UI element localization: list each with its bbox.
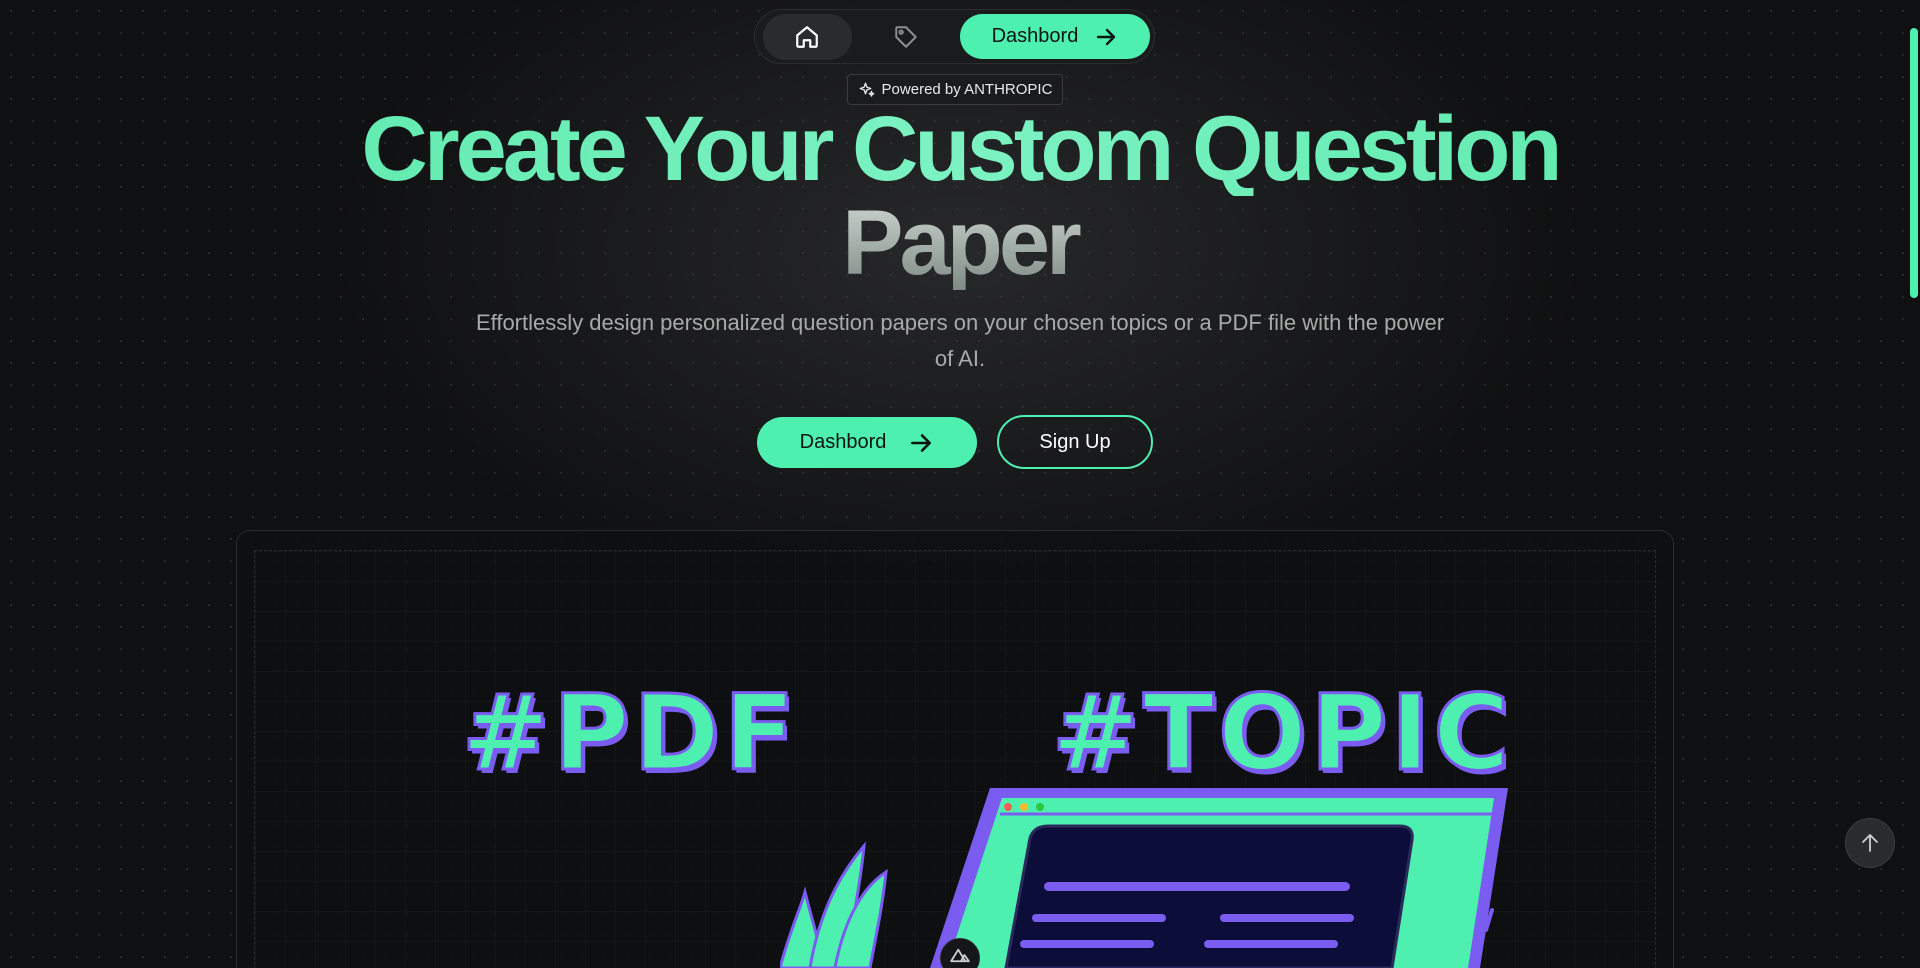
page-title: Create Your Custom Question Paper	[0, 102, 1920, 290]
hero-dashboard-button[interactable]: Dashbord	[757, 417, 977, 468]
arrow-up-icon	[1862, 834, 1878, 852]
nav-dashboard-label: Dashbord	[991, 25, 1079, 47]
tag-icon	[895, 25, 917, 48]
hero-dashboard-label: Dashbord	[799, 431, 887, 453]
sign-up-label: Sign Up	[1039, 430, 1111, 453]
sign-up-button[interactable]: Sign Up	[997, 415, 1153, 469]
plant-illustration	[780, 841, 888, 968]
nav-pricing-button[interactable]	[852, 14, 960, 60]
page-title-line-1: Create Your Custom Question	[0, 102, 1920, 196]
arrow-right-icon	[1097, 28, 1116, 45]
top-navbar: Dashbord	[754, 9, 1155, 64]
page-scrollbar-thumb[interactable]	[1910, 28, 1918, 298]
laptop-illustration	[780, 788, 1508, 968]
hero-subtitle: Effortlessly design personalized questio…	[475, 310, 1445, 371]
page-title-line-2: Paper	[0, 196, 1920, 290]
arrow-right-icon	[911, 433, 932, 452]
laptop-screen	[930, 788, 1508, 968]
nav-home-button[interactable]	[763, 13, 852, 60]
home-icon	[796, 25, 819, 48]
topic-hashtag: #TOPIC	[1051, 671, 1514, 796]
scroll-to-top-button[interactable]	[1845, 818, 1895, 868]
sparkles-icon	[859, 82, 874, 97]
nav-dashboard-button[interactable]: Dashbord	[959, 14, 1150, 59]
powered-by-label: Powered by ANTHROPIC	[881, 81, 1053, 98]
pdf-hashtag: #PDF	[461, 671, 799, 796]
